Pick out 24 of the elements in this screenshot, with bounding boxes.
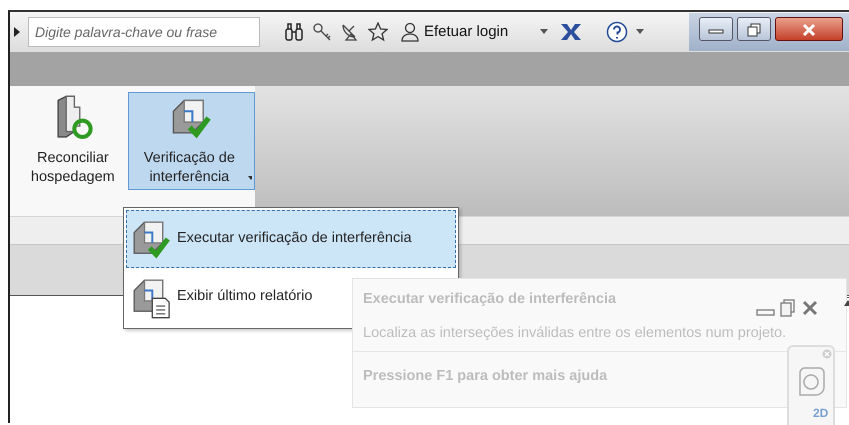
binoculars-icon[interactable] <box>284 22 304 42</box>
ribbon-button[interactable]: Verificação de interferência <box>128 92 255 190</box>
user-icon[interactable] <box>400 22 420 42</box>
close-icon <box>802 22 816 37</box>
login-link[interactable]: Efetuar login <box>424 20 508 44</box>
caret-icon[interactable] <box>540 29 548 35</box>
expand-icon[interactable] <box>14 27 20 37</box>
close-icon[interactable] <box>802 300 818 316</box>
caret-icon[interactable] <box>636 29 644 35</box>
satellite-dish-icon[interactable] <box>340 22 360 42</box>
exchange-icon[interactable] <box>560 22 582 42</box>
restore-icon[interactable] <box>780 299 796 317</box>
restore-button[interactable] <box>737 17 771 41</box>
ribbon-button[interactable]: Reconciliar hospedagem <box>18 92 128 190</box>
key-icon[interactable] <box>312 22 332 42</box>
menu-item[interactable]: Executar verificação de interferência <box>126 210 456 268</box>
minimize-button[interactable] <box>699 17 733 41</box>
restore-icon <box>747 22 761 37</box>
tooltip-help-text: Pressione F1 para obter mais ajuda <box>362 366 608 386</box>
star-icon[interactable] <box>368 22 388 42</box>
search-field[interactable]: Digite palavra-chave ou frase <box>28 17 260 47</box>
close-button[interactable] <box>775 17 843 41</box>
help-icon[interactable] <box>606 21 628 43</box>
view-mode-label: 2D <box>813 407 828 419</box>
